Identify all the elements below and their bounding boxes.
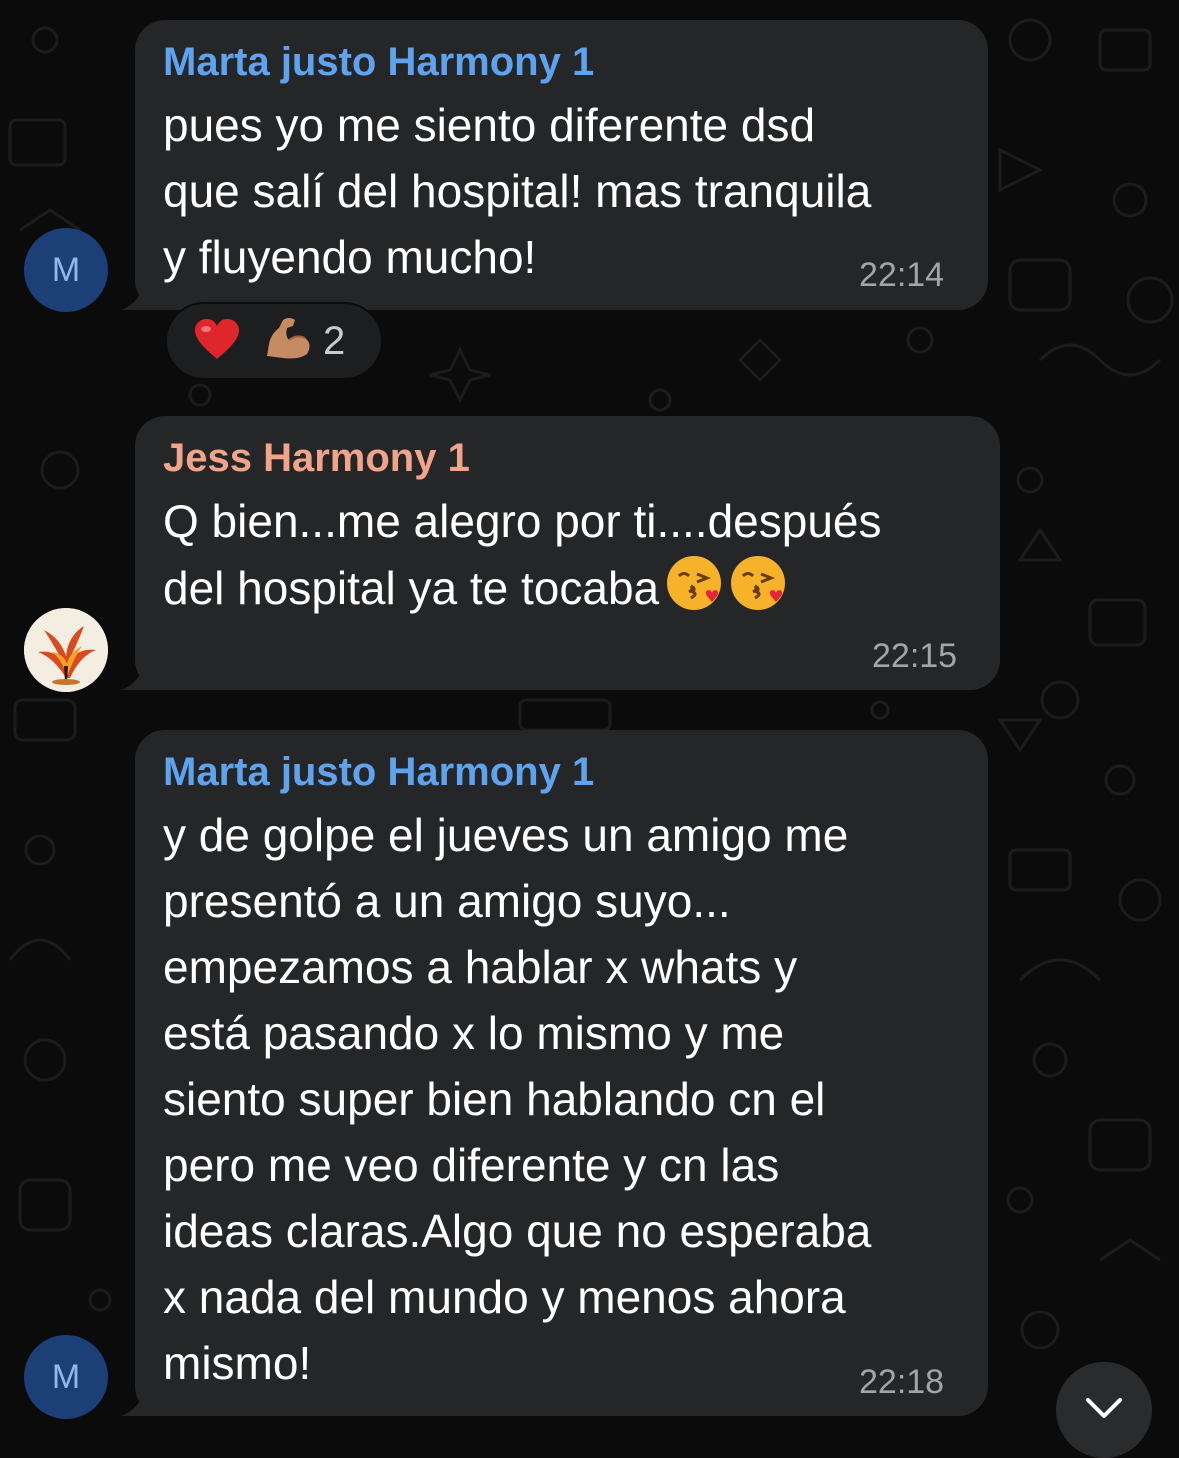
flexed-biceps-icon[interactable] [263, 316, 313, 367]
avatar[interactable]: M [24, 1335, 108, 1419]
kiss-face-icon [665, 554, 723, 629]
message-bubble[interactable]: Marta justo Harmony 1 y de golpe el juev… [121, 730, 988, 1416]
reactions-bar[interactable]: 2 [165, 302, 383, 380]
avatar-initial: M [51, 250, 81, 289]
message-time: 22:18 [859, 1363, 945, 1401]
message-bubble[interactable]: Marta justo Harmony 1 pues yo me siento … [121, 20, 988, 310]
phoenix-avatar-icon [24, 608, 108, 692]
message-text: y de golpe el jueves un amigo me present… [163, 809, 872, 1389]
kiss-face-icon [729, 554, 787, 629]
heart-icon[interactable] [193, 317, 241, 366]
message-time: 22:15 [872, 637, 958, 675]
sender-name[interactable]: Jess Harmony 1 [163, 436, 470, 480]
chevron-down-icon [1086, 1398, 1122, 1418]
bubble-tail [121, 276, 161, 310]
message-time: 22:14 [859, 256, 945, 294]
avatar[interactable]: M [24, 228, 108, 312]
sender-name[interactable]: Marta justo Harmony 1 [163, 40, 594, 84]
avatar-initial: M [51, 1357, 81, 1396]
sender-name[interactable]: Marta justo Harmony 1 [163, 750, 594, 794]
message-bubble[interactable]: Jess Harmony 1 Q bien...me alegro por ti… [121, 416, 1000, 690]
message-text: Q bien...me alegro por ti....después del… [163, 488, 983, 629]
avatar[interactable] [24, 608, 108, 692]
scroll-down-button[interactable] [1056, 1362, 1152, 1458]
bubble-tail [121, 656, 161, 690]
reaction-count: 2 [323, 318, 346, 363]
message-text: pues yo me siento diferente dsd que salí… [163, 99, 872, 283]
bubble-tail [121, 1382, 161, 1416]
